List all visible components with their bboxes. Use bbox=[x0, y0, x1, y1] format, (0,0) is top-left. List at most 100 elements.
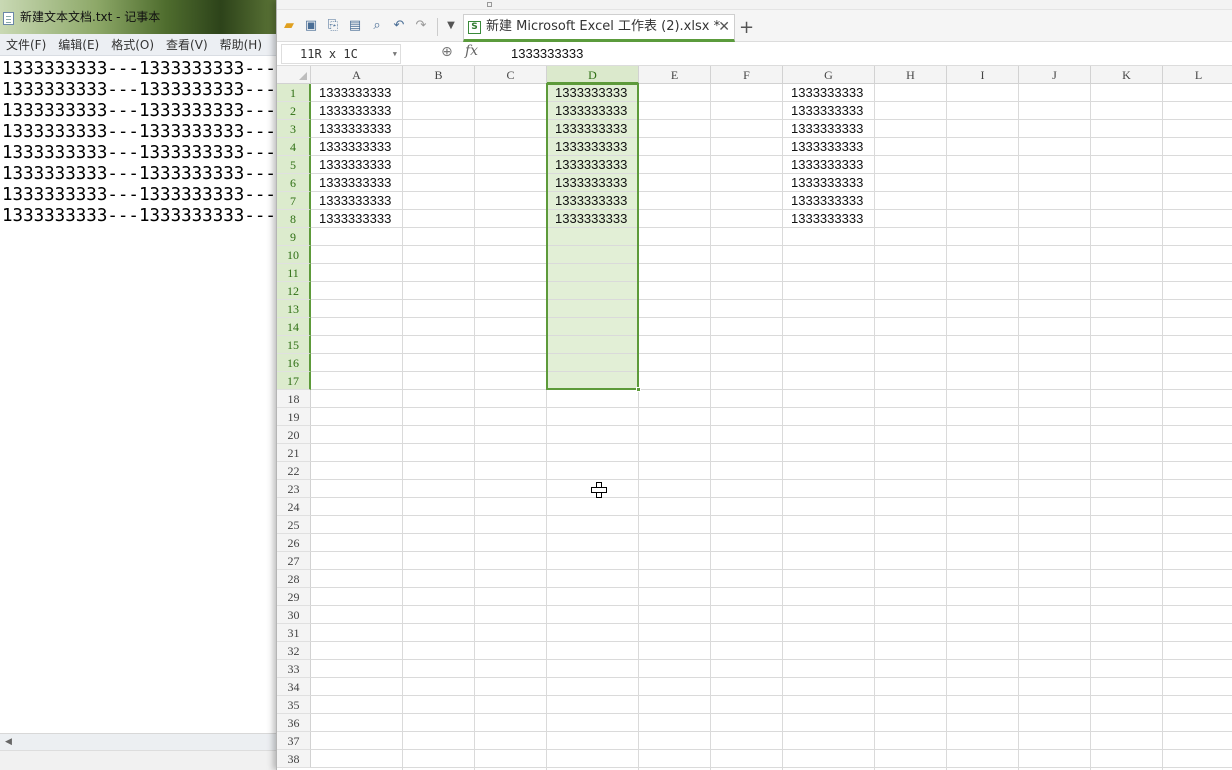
formula-input[interactable]: 1333333333 bbox=[501, 44, 1221, 64]
export-pdf-icon[interactable]: ⎘ bbox=[325, 18, 341, 34]
menu-help[interactable]: 帮助(H) bbox=[214, 36, 268, 53]
row-header-14[interactable]: 14 bbox=[277, 318, 311, 336]
undo-icon[interactable]: ↶ bbox=[391, 18, 407, 34]
column-header-h[interactable]: H bbox=[875, 66, 947, 84]
row-header-28[interactable]: 28 bbox=[277, 570, 311, 588]
cell-g7[interactable]: 1333333333 bbox=[783, 192, 875, 210]
column-header-b[interactable]: B bbox=[403, 66, 475, 84]
row-header-19[interactable]: 19 bbox=[277, 408, 311, 426]
cell-a3[interactable]: 1333333333 bbox=[311, 120, 403, 138]
name-box[interactable]: 11R x 1C ▼ bbox=[281, 44, 401, 64]
select-all-corner[interactable] bbox=[277, 66, 311, 84]
menu-edit[interactable]: 编辑(E) bbox=[52, 36, 105, 53]
column-header-j[interactable]: J bbox=[1019, 66, 1091, 84]
column-header-k[interactable]: K bbox=[1091, 66, 1163, 84]
row-header-4[interactable]: 4 bbox=[277, 138, 311, 156]
row-header-21[interactable]: 21 bbox=[277, 444, 311, 462]
cell-a7[interactable]: 1333333333 bbox=[311, 192, 403, 210]
row-header-31[interactable]: 31 bbox=[277, 624, 311, 642]
dropdown-icon[interactable]: ▼ bbox=[443, 18, 459, 34]
row-header-27[interactable]: 27 bbox=[277, 552, 311, 570]
chevron-down-icon[interactable]: ▼ bbox=[393, 45, 397, 63]
column-header-f[interactable]: F bbox=[711, 66, 783, 84]
cell-g4[interactable]: 1333333333 bbox=[783, 138, 875, 156]
print-icon[interactable]: ▤ bbox=[347, 18, 363, 34]
row-header-33[interactable]: 33 bbox=[277, 660, 311, 678]
row-header-9[interactable]: 9 bbox=[277, 228, 311, 246]
row-header-18[interactable]: 18 bbox=[277, 390, 311, 408]
column-header-g[interactable]: G bbox=[783, 66, 875, 84]
close-tab-icon[interactable]: ✕ bbox=[718, 15, 730, 39]
row-header-37[interactable]: 37 bbox=[277, 732, 311, 750]
row-header-25[interactable]: 25 bbox=[277, 516, 311, 534]
zoom-icon[interactable]: ⊕ bbox=[441, 44, 453, 60]
row-header-24[interactable]: 24 bbox=[277, 498, 311, 516]
cell-a2[interactable]: 1333333333 bbox=[311, 102, 403, 120]
grid-line bbox=[311, 119, 1232, 120]
cell-g5[interactable]: 1333333333 bbox=[783, 156, 875, 174]
cell-a4[interactable]: 1333333333 bbox=[311, 138, 403, 156]
notepad-title-bar[interactable]: 新建文本文档.txt - 记事本 bbox=[0, 0, 276, 34]
row-header-11[interactable]: 11 bbox=[277, 264, 311, 282]
redo-icon[interactable]: ↷ bbox=[413, 18, 429, 34]
row-header-17[interactable]: 17 bbox=[277, 372, 311, 390]
row-header-16[interactable]: 16 bbox=[277, 354, 311, 372]
row-header-35[interactable]: 35 bbox=[277, 696, 311, 714]
row-header-10[interactable]: 10 bbox=[277, 246, 311, 264]
horizontal-scrollbar[interactable]: ◀ bbox=[0, 733, 276, 750]
notepad-menu-bar: 文件(F) 编辑(E) 格式(O) 查看(V) 帮助(H) bbox=[0, 34, 276, 56]
cell-g3[interactable]: 1333333333 bbox=[783, 120, 875, 138]
cell-a5[interactable]: 1333333333 bbox=[311, 156, 403, 174]
row-header-32[interactable]: 32 bbox=[277, 642, 311, 660]
grid-line bbox=[1090, 84, 1091, 770]
row-header-29[interactable]: 29 bbox=[277, 588, 311, 606]
row-header-20[interactable]: 20 bbox=[277, 426, 311, 444]
sheet-grid[interactable]: A B C D E F G H I J K L 1 2 3 4 5 6 7 8 9 10 11 12 13 14 15 16 17 18 1… bbox=[277, 66, 1232, 770]
save-icon[interactable]: ▣ bbox=[303, 18, 319, 34]
row-header-1[interactable]: 1 bbox=[277, 84, 311, 102]
scroll-left-icon[interactable]: ◀ bbox=[5, 737, 12, 747]
cell-g2[interactable]: 1333333333 bbox=[783, 102, 875, 120]
text-line: 1333333333---1333333333--- bbox=[2, 143, 276, 163]
cell-g8[interactable]: 1333333333 bbox=[783, 210, 875, 228]
row-header-15[interactable]: 15 bbox=[277, 336, 311, 354]
column-header-l[interactable]: L bbox=[1163, 66, 1232, 84]
row-header-3[interactable]: 3 bbox=[277, 120, 311, 138]
menu-format[interactable]: 格式(O) bbox=[105, 36, 160, 53]
row-header-12[interactable]: 12 bbox=[277, 282, 311, 300]
column-header-c[interactable]: C bbox=[475, 66, 547, 84]
document-tab[interactable]: S 新建 Microsoft Excel 工作表 (2).xlsx * ✕ bbox=[463, 14, 735, 42]
cell-a1[interactable]: 1333333333 bbox=[311, 84, 403, 102]
row-header-6[interactable]: 6 bbox=[277, 174, 311, 192]
cell-g6[interactable]: 1333333333 bbox=[783, 174, 875, 192]
fill-handle[interactable] bbox=[636, 387, 641, 392]
menu-view[interactable]: 查看(V) bbox=[160, 36, 214, 53]
cell-g1[interactable]: 1333333333 bbox=[783, 84, 875, 102]
row-header-38[interactable]: 38 bbox=[277, 750, 311, 768]
cell-a8[interactable]: 1333333333 bbox=[311, 210, 403, 228]
print-preview-icon[interactable]: ⌕ bbox=[369, 18, 385, 34]
row-header-30[interactable]: 30 bbox=[277, 606, 311, 624]
restore-icon[interactable] bbox=[487, 2, 492, 7]
column-header-e[interactable]: E bbox=[639, 66, 711, 84]
new-tab-button[interactable]: + bbox=[739, 17, 754, 38]
row-header-13[interactable]: 13 bbox=[277, 300, 311, 318]
column-header-a[interactable]: A bbox=[311, 66, 403, 84]
row-header-22[interactable]: 22 bbox=[277, 462, 311, 480]
cell-a6[interactable]: 1333333333 bbox=[311, 174, 403, 192]
column-header-i[interactable]: I bbox=[947, 66, 1019, 84]
row-header-34[interactable]: 34 bbox=[277, 678, 311, 696]
open-folder-icon[interactable]: ▰ bbox=[281, 18, 297, 34]
row-header-23[interactable]: 23 bbox=[277, 480, 311, 498]
function-icon[interactable]: fx bbox=[465, 43, 478, 59]
row-header-8[interactable]: 8 bbox=[277, 210, 311, 228]
row-header-7[interactable]: 7 bbox=[277, 192, 311, 210]
grid-line bbox=[1018, 84, 1019, 770]
row-header-36[interactable]: 36 bbox=[277, 714, 311, 732]
column-header-d[interactable]: D bbox=[547, 66, 639, 84]
notepad-text-area[interactable]: 1333333333---1333333333--- 1333333333---1… bbox=[2, 59, 276, 227]
row-header-26[interactable]: 26 bbox=[277, 534, 311, 552]
menu-file[interactable]: 文件(F) bbox=[0, 36, 52, 53]
row-header-2[interactable]: 2 bbox=[277, 102, 311, 120]
row-header-5[interactable]: 5 bbox=[277, 156, 311, 174]
